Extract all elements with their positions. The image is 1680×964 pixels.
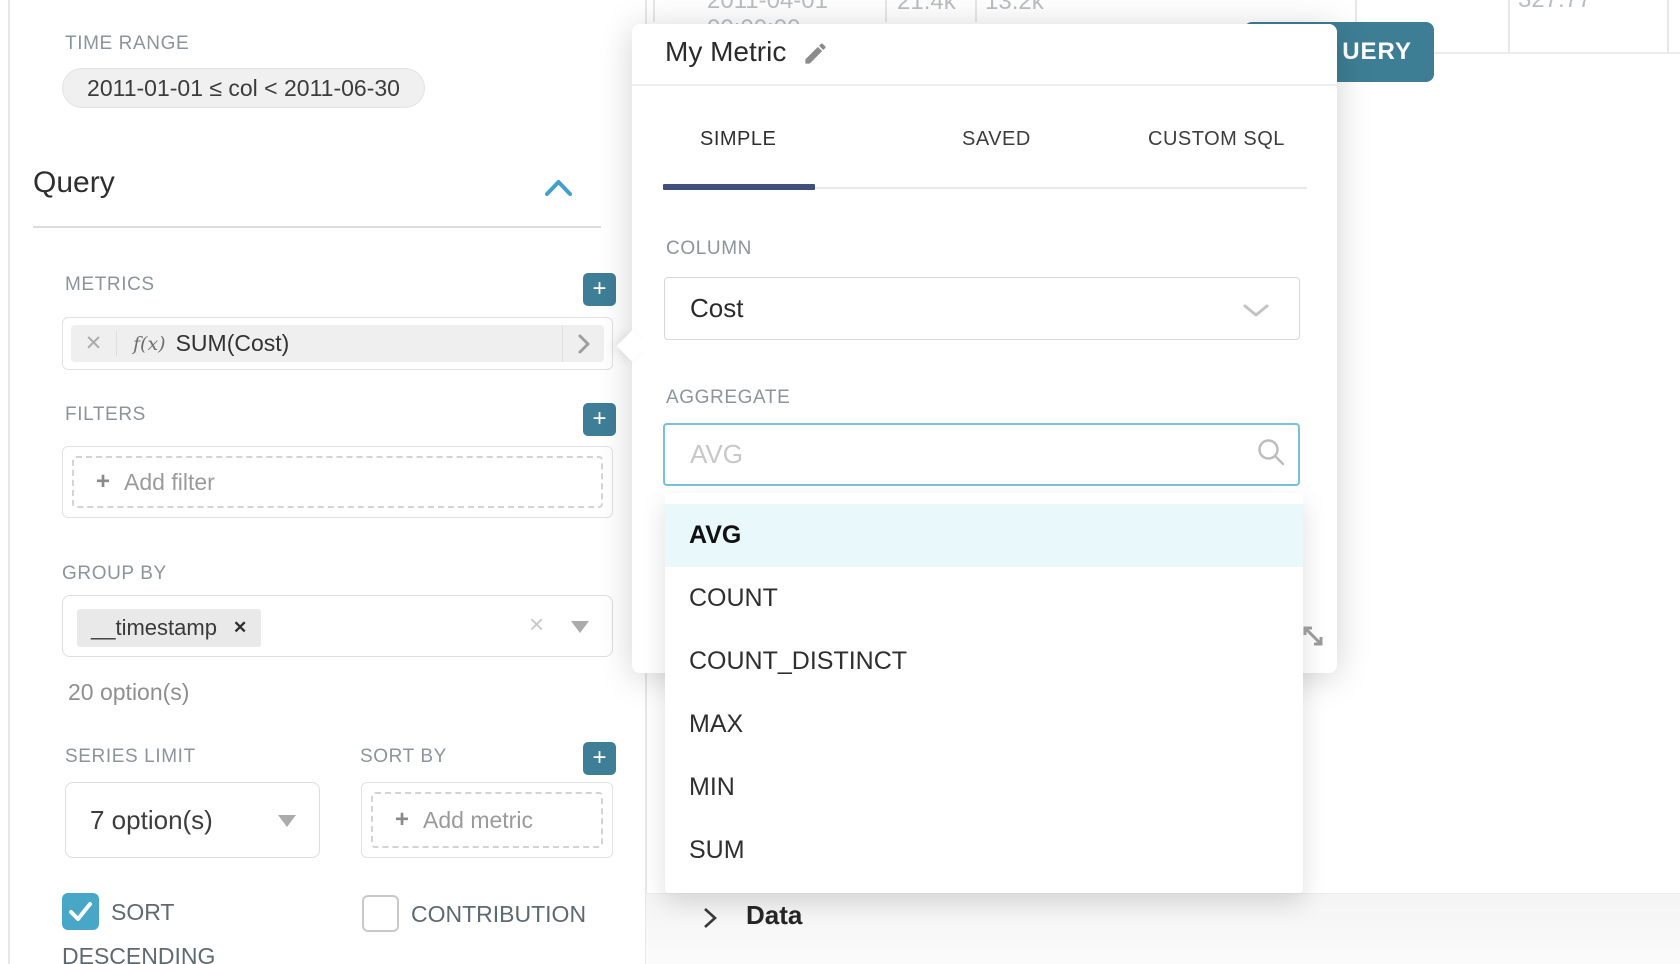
series-limit-label: SERIES LIMIT	[65, 746, 196, 768]
metrics-label: METRICS	[65, 274, 155, 296]
sort-descending-control: SORT DESCENDING	[62, 890, 272, 964]
table-cell-value: 21.4k	[897, 0, 956, 16]
chevron-down-icon[interactable]	[278, 815, 296, 827]
aggregate-label: AGGREGATE	[666, 387, 790, 409]
column-select[interactable]: Cost	[664, 277, 1300, 340]
option-sum[interactable]: SUM	[665, 819, 1303, 882]
group-by-label: GROUP BY	[62, 563, 167, 585]
data-panel-title[interactable]: Data	[746, 900, 802, 931]
group-by-options-hint: 20 option(s)	[68, 679, 189, 706]
window-left-border	[8, 0, 10, 964]
option-avg[interactable]: AVG	[665, 504, 1303, 567]
divider	[33, 226, 601, 228]
table-gridline	[653, 0, 655, 22]
table-gridline	[885, 0, 887, 22]
add-filter-label: Add filter	[124, 469, 215, 496]
column-value: Cost	[690, 293, 743, 324]
table-cell-date: 2011-04-01	[707, 0, 828, 15]
resize-handle-icon[interactable]	[1297, 620, 1329, 652]
time-range-label: TIME RANGE	[65, 33, 189, 55]
filters-label: FILTERS	[65, 404, 146, 426]
add-metric-plus-button[interactable]: +	[583, 273, 616, 306]
option-count-distinct[interactable]: COUNT_DISTINCT	[665, 630, 1303, 693]
sort-by-label: SORT BY	[360, 746, 447, 768]
contribution-label: CONTRIBUTION	[411, 901, 586, 927]
option-count[interactable]: COUNT	[665, 567, 1303, 630]
tab-simple[interactable]: SIMPLE	[700, 128, 776, 151]
table-gridline	[1508, 0, 1510, 53]
option-max[interactable]: MAX	[665, 693, 1303, 756]
contribution-checkbox[interactable]	[362, 895, 399, 932]
popover-arrow	[616, 330, 647, 361]
popover-title: My Metric	[665, 36, 786, 68]
add-filter-plus-button[interactable]: +	[583, 403, 616, 436]
chevron-right-icon[interactable]	[700, 905, 720, 931]
active-tab-underline	[663, 184, 815, 190]
contribution-control: CONTRIBUTION	[362, 892, 642, 936]
tab-custom-sql[interactable]: CUSTOM SQL	[1148, 128, 1285, 151]
function-icon: f(x)	[133, 333, 166, 355]
table-gridline	[1667, 0, 1669, 53]
chevron-down-icon[interactable]	[571, 621, 589, 633]
collapse-chevron-icon[interactable]	[544, 177, 573, 199]
group-by-tag[interactable]: __timestamp ✕	[77, 609, 261, 647]
divider	[632, 84, 1337, 86]
aggregate-input[interactable]	[663, 423, 1300, 486]
add-sort-metric-plus-button[interactable]: +	[583, 742, 616, 775]
metric-container: ✕ f(x) SUM(Cost)	[62, 317, 613, 370]
plus-icon: +	[395, 806, 409, 834]
chevron-down-icon	[1243, 304, 1269, 318]
search-icon	[1256, 437, 1286, 467]
metric-expand-icon[interactable]	[562, 325, 604, 362]
metric-option[interactable]: ✕ f(x) SUM(Cost)	[71, 325, 604, 362]
add-sort-metric-label: Add metric	[423, 807, 533, 834]
plus-icon: +	[96, 468, 110, 496]
time-range-pill[interactable]: 2011-01-01 ≤ col < 2011-06-30	[62, 68, 425, 108]
table-cell-value: 13.2k	[985, 0, 1044, 16]
remove-tag-icon[interactable]: ✕	[233, 618, 247, 638]
table-gridline	[975, 0, 977, 22]
add-sort-metric-button[interactable]: + Add metric	[371, 792, 603, 848]
group-by-select[interactable]: __timestamp ✕ ×	[62, 595, 613, 657]
query-section-title: Query	[33, 166, 115, 200]
add-filter-button[interactable]: + Add filter	[72, 456, 603, 508]
option-min[interactable]: MIN	[665, 756, 1303, 819]
aggregate-dropdown: AVG COUNT COUNT_DISTINCT MAX MIN SUM	[665, 493, 1303, 893]
sort-descending-checkbox[interactable]	[62, 893, 99, 930]
tab-saved[interactable]: SAVED	[962, 128, 1031, 151]
edit-pencil-icon[interactable]	[802, 40, 829, 67]
series-limit-value: 7 option(s)	[90, 805, 213, 836]
group-by-tag-label: __timestamp	[91, 615, 217, 641]
series-limit-select[interactable]: 7 option(s)	[65, 782, 320, 858]
column-label: COLUMN	[666, 238, 752, 260]
table-cell-value: 327.77	[1518, 0, 1591, 14]
remove-metric-icon[interactable]: ✕	[71, 331, 117, 356]
metric-name: SUM(Cost)	[176, 330, 290, 357]
clear-select-icon[interactable]: ×	[529, 609, 544, 640]
